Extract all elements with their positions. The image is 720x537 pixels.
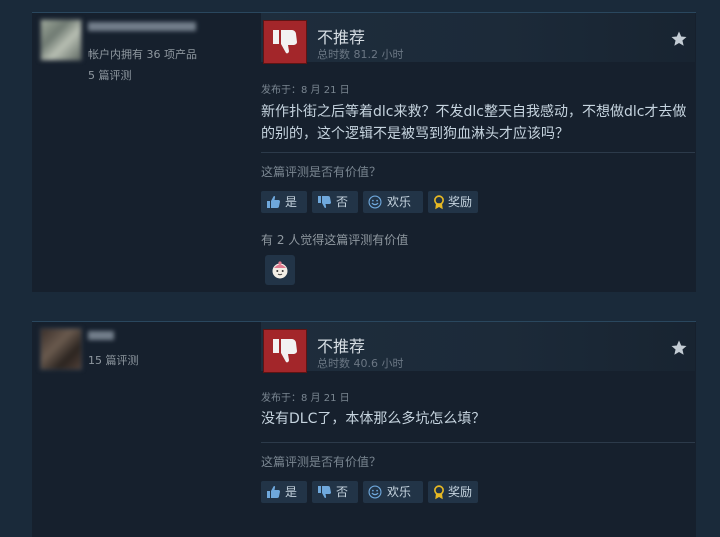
thumbs-up-icon: [267, 195, 280, 208]
review-header: 不推荐 总时数 81.2 小时: [261, 13, 695, 64]
star-icon[interactable]: [670, 30, 688, 52]
smile-icon: [368, 485, 382, 499]
helpful-question: 这篇评测是否有价值？: [261, 455, 382, 469]
thumbs-down-icon: [263, 329, 307, 373]
divider: [261, 152, 695, 153]
vote-yes-button[interactable]: 是: [261, 481, 307, 503]
review-verdict: 不推荐: [317, 337, 366, 356]
vote-yes-label: 是: [285, 485, 298, 499]
review-card: 15 篇评测 不推荐 总时数 40.6 小时 发布于：8 月 21 日 没有DL…: [32, 321, 696, 537]
author-name-blurred[interactable]: [88, 331, 114, 340]
vote-funny-label: 欢乐: [387, 195, 412, 209]
star-icon[interactable]: [670, 339, 688, 361]
helpful-question: 这篇评测是否有价值？: [261, 165, 382, 179]
review-text: 没有DLC了，本体那么多坑怎么填？: [261, 411, 486, 427]
thumbs-down-icon: [318, 196, 331, 209]
thumbs-down-icon: [263, 20, 307, 64]
thumbs-up-icon: [267, 485, 280, 498]
posted-date: 发布于：8 月 21 日: [261, 85, 350, 96]
vote-funny-button[interactable]: 欢乐: [363, 481, 423, 503]
review-verdict: 不推荐: [317, 28, 366, 47]
author-review-count[interactable]: 15 篇评测: [88, 352, 139, 368]
playtime-hours: 总时数 40.6 小时: [317, 357, 404, 370]
playtime-hours: 总时数 81.2 小时: [317, 48, 404, 61]
review-header: 不推荐 总时数 40.6 小时: [261, 322, 695, 373]
vote-no-button[interactable]: 否: [312, 191, 358, 213]
avatar[interactable]: [40, 328, 82, 370]
divider: [261, 442, 695, 443]
review-card: 帐户内拥有 36 项产品 5 篇评测 不推荐 总时数 81.2 小时 发布于：8…: [32, 12, 696, 292]
award-label: 奖励: [448, 485, 473, 499]
vote-yes-label: 是: [285, 195, 298, 209]
vote-no-button[interactable]: 否: [312, 481, 358, 503]
award-ribbon-icon: [434, 485, 444, 500]
thumbs-down-icon: [318, 486, 331, 499]
award-face-icon: [272, 261, 288, 279]
products-owned: 帐户内拥有 36 项产品: [88, 48, 197, 61]
award-button[interactable]: 奖励: [428, 481, 478, 503]
review-text: 新作扑街之后等着dlc来救？不发dlc整天自我感动，不想做dlc才去做的别的，这…: [261, 104, 687, 142]
author-name-blurred[interactable]: [88, 22, 196, 31]
vote-funny-label: 欢乐: [387, 485, 412, 499]
award-ribbon-icon: [434, 195, 444, 210]
vote-funny-button[interactable]: 欢乐: [363, 191, 423, 213]
award-button[interactable]: 奖励: [428, 191, 478, 213]
vote-yes-button[interactable]: 是: [261, 191, 307, 213]
helpful-count: 有 2 人觉得这篇评测有价值: [261, 233, 409, 247]
received-award[interactable]: [265, 255, 295, 285]
author-review-count[interactable]: 5 篇评测: [88, 67, 132, 83]
vote-no-label: 否: [336, 195, 349, 209]
vote-no-label: 否: [336, 485, 349, 499]
smile-icon: [368, 195, 382, 209]
avatar[interactable]: [40, 19, 82, 61]
award-label: 奖励: [448, 195, 473, 209]
posted-date: 发布于：8 月 21 日: [261, 393, 350, 404]
